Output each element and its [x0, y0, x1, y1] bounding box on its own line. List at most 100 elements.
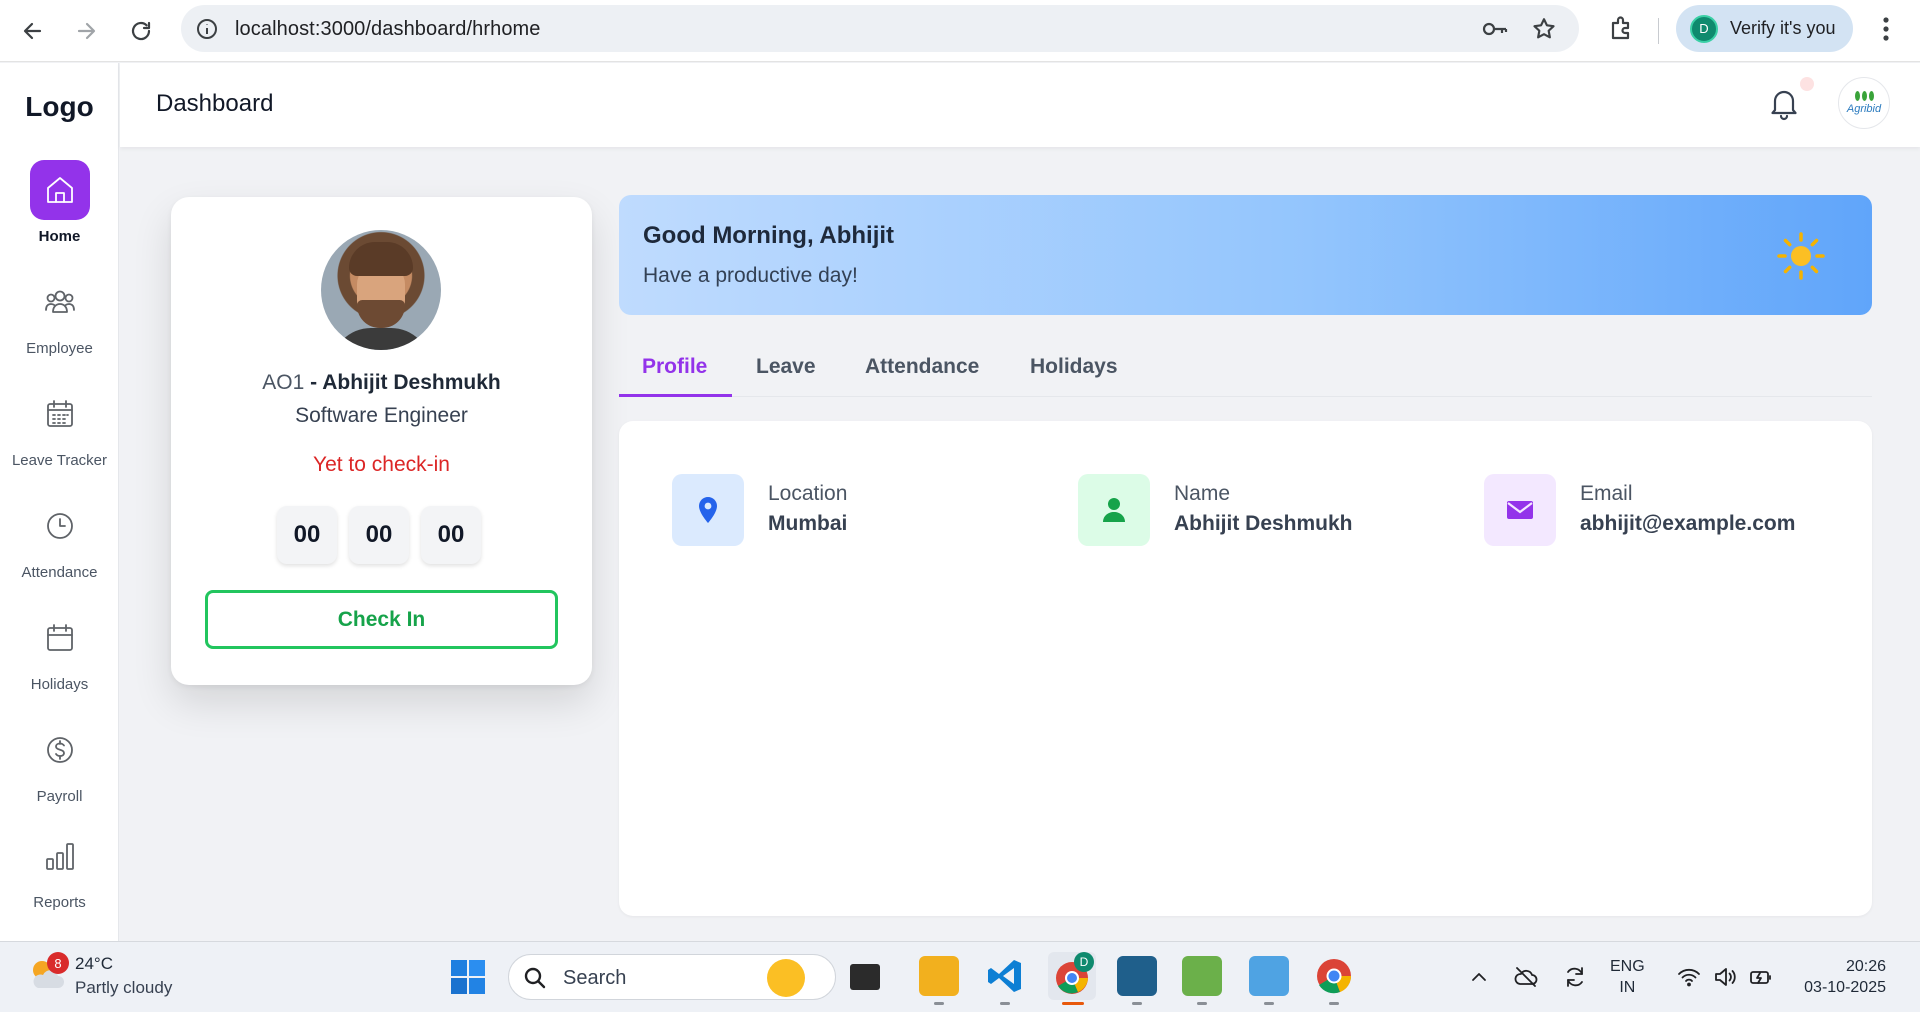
check-in-button[interactable]: Check In: [205, 590, 558, 649]
paint-icon[interactable]: [1249, 956, 1289, 996]
sidebar-item-reports[interactable]: Reports: [0, 826, 119, 926]
bookmark-star-icon[interactable]: [1531, 16, 1557, 42]
weather-temperature[interactable]: 24°C: [75, 954, 113, 974]
key-icon[interactable]: [1482, 16, 1508, 42]
sidebar: Logo Home Employee Leave Tracker Attenda…: [0, 63, 119, 941]
running-indicator: [1329, 1002, 1339, 1005]
active-indicator: [1062, 1002, 1084, 1005]
sidebar-item-label: Holidays: [30, 676, 89, 693]
employee-full-name: Abhijit Deshmukh: [322, 371, 501, 394]
tab-leave[interactable]: Leave: [756, 355, 816, 379]
taskbar-search[interactable]: Search: [508, 954, 836, 1000]
calendar-icon: [30, 608, 90, 668]
chevron-up-icon[interactable]: [1466, 964, 1492, 990]
sidebar-item-payroll[interactable]: Payroll: [0, 720, 119, 820]
greeting-title: Good Morning, Abhijit: [643, 222, 895, 249]
profile-chip[interactable]: D Verify it's you: [1676, 5, 1853, 52]
taskbar: 8 24°C Partly cloudy Search D ENG IN 20:…: [0, 941, 1920, 1012]
back-button[interactable]: [13, 11, 53, 51]
check-in-status: Yet to check-in: [313, 453, 450, 476]
profile-avatar: D: [1690, 14, 1718, 43]
reload-button[interactable]: [121, 11, 161, 51]
running-indicator: [1264, 1002, 1274, 1005]
users-icon: [30, 272, 90, 332]
org-avatar[interactable]: Agribid: [1838, 77, 1890, 129]
active-tab-indicator: [619, 394, 732, 397]
mysql-workbench-icon[interactable]: [1117, 956, 1157, 996]
org-logo-text: Agribid: [1846, 103, 1882, 115]
timer-hours: 00: [277, 506, 337, 564]
sidebar-item-label: Reports: [33, 894, 86, 911]
arrow-left-icon: [23, 22, 42, 40]
extensions-icon[interactable]: [1607, 14, 1637, 44]
url-text[interactable]: localhost:3000/dashboard/hrhome: [235, 18, 541, 41]
greeting-subtitle: Have a productive day!: [643, 264, 858, 287]
info-value: Abhijit Deshmukh: [1174, 512, 1353, 535]
sidebar-item-holidays[interactable]: Holidays: [0, 608, 119, 708]
info-value[interactable]: abhijit@example.com: [1580, 512, 1795, 536]
task-view-icon[interactable]: [850, 964, 880, 990]
clock-time: 20:26: [1845, 958, 1886, 975]
running-indicator: [1000, 1002, 1010, 1005]
system-clock[interactable]: 20:26 03-10-2025: [1796, 956, 1886, 998]
bell-icon[interactable]: [1766, 85, 1802, 121]
timer: 00 00 00: [277, 506, 481, 564]
tab-attendance[interactable]: Attendance: [865, 355, 979, 379]
greeting-banner: Good Morning, Abhijit Have a productive …: [619, 195, 1872, 315]
cloud-offline-icon[interactable]: [1513, 964, 1539, 990]
leaf-logo-icon: [1854, 91, 1874, 101]
notepad-icon[interactable]: [1182, 956, 1222, 996]
toolbar-divider: [1658, 18, 1659, 44]
windows-start-icon[interactable]: [450, 959, 486, 995]
more-menu-icon[interactable]: [1874, 14, 1898, 44]
bar-chart-icon: [30, 826, 90, 886]
sidebar-item-label: Employee: [26, 340, 93, 357]
sun-icon: [1777, 232, 1825, 280]
profile-chip-label: Verify it's you: [1730, 18, 1836, 38]
sidebar-item-label: Leave Tracker: [11, 452, 108, 469]
timer-minutes: 00: [349, 506, 409, 564]
info-label: Name: [1174, 482, 1231, 505]
vscode-icon[interactable]: [985, 956, 1025, 996]
sidebar-item-employee[interactable]: Employee: [0, 272, 119, 372]
sun-smiley-icon: [767, 959, 805, 997]
tab-holidays[interactable]: Holidays: [1030, 355, 1118, 379]
notification-dot: [1800, 77, 1814, 91]
running-indicator: [1132, 1002, 1142, 1005]
tab-profile[interactable]: Profile: [642, 355, 707, 379]
file-explorer-icon[interactable]: [919, 956, 959, 996]
region-code: IN: [1619, 979, 1636, 996]
language-indicator[interactable]: ENG IN: [1610, 956, 1645, 998]
sidebar-item-attendance[interactable]: Attendance: [0, 496, 119, 596]
sidebar-item-leave-tracker[interactable]: Leave Tracker: [0, 384, 119, 484]
weather-condition[interactable]: Partly cloudy: [75, 978, 172, 998]
sync-icon[interactable]: [1562, 964, 1588, 990]
site-info-icon[interactable]: [195, 17, 219, 41]
page-title: Dashboard: [156, 90, 274, 117]
taskbar-search-placeholder: Search: [563, 967, 627, 989]
chrome-icon[interactable]: [1314, 956, 1354, 996]
app-header: Dashboard Agribid: [120, 63, 1920, 147]
running-indicator: [934, 1002, 944, 1005]
battery-charging-icon[interactable]: [1748, 964, 1774, 990]
profile-photo: [321, 230, 441, 350]
forward-button[interactable]: [66, 11, 106, 51]
app-logo[interactable]: Logo: [0, 91, 119, 123]
wifi-icon[interactable]: [1676, 964, 1702, 990]
info-value: Mumbai: [768, 512, 848, 535]
home-icon: [29, 160, 90, 220]
language-code: ENG: [1610, 958, 1645, 975]
tab-bar: Profile Leave Attendance Holidays: [619, 345, 1872, 397]
name-separator: -: [304, 371, 323, 394]
sidebar-item-home[interactable]: Home: [0, 160, 119, 260]
browser-toolbar: localhost:3000/dashboard/hrhome D Verify…: [0, 0, 1920, 62]
profile-info-card: Location Mumbai Name Abhijit Deshmukh Em…: [619, 421, 1872, 916]
calendar-grid-icon: [30, 384, 90, 444]
dollar-icon: [30, 720, 90, 780]
weather-badge: 8: [47, 952, 69, 974]
employee-name: AO1 - Abhijit Deshmukh: [171, 371, 592, 395]
location-pin-icon: [672, 474, 744, 546]
address-bar[interactable]: localhost:3000/dashboard/hrhome: [181, 5, 1579, 52]
volume-icon[interactable]: [1712, 964, 1738, 990]
employee-code: AO1: [262, 371, 305, 394]
